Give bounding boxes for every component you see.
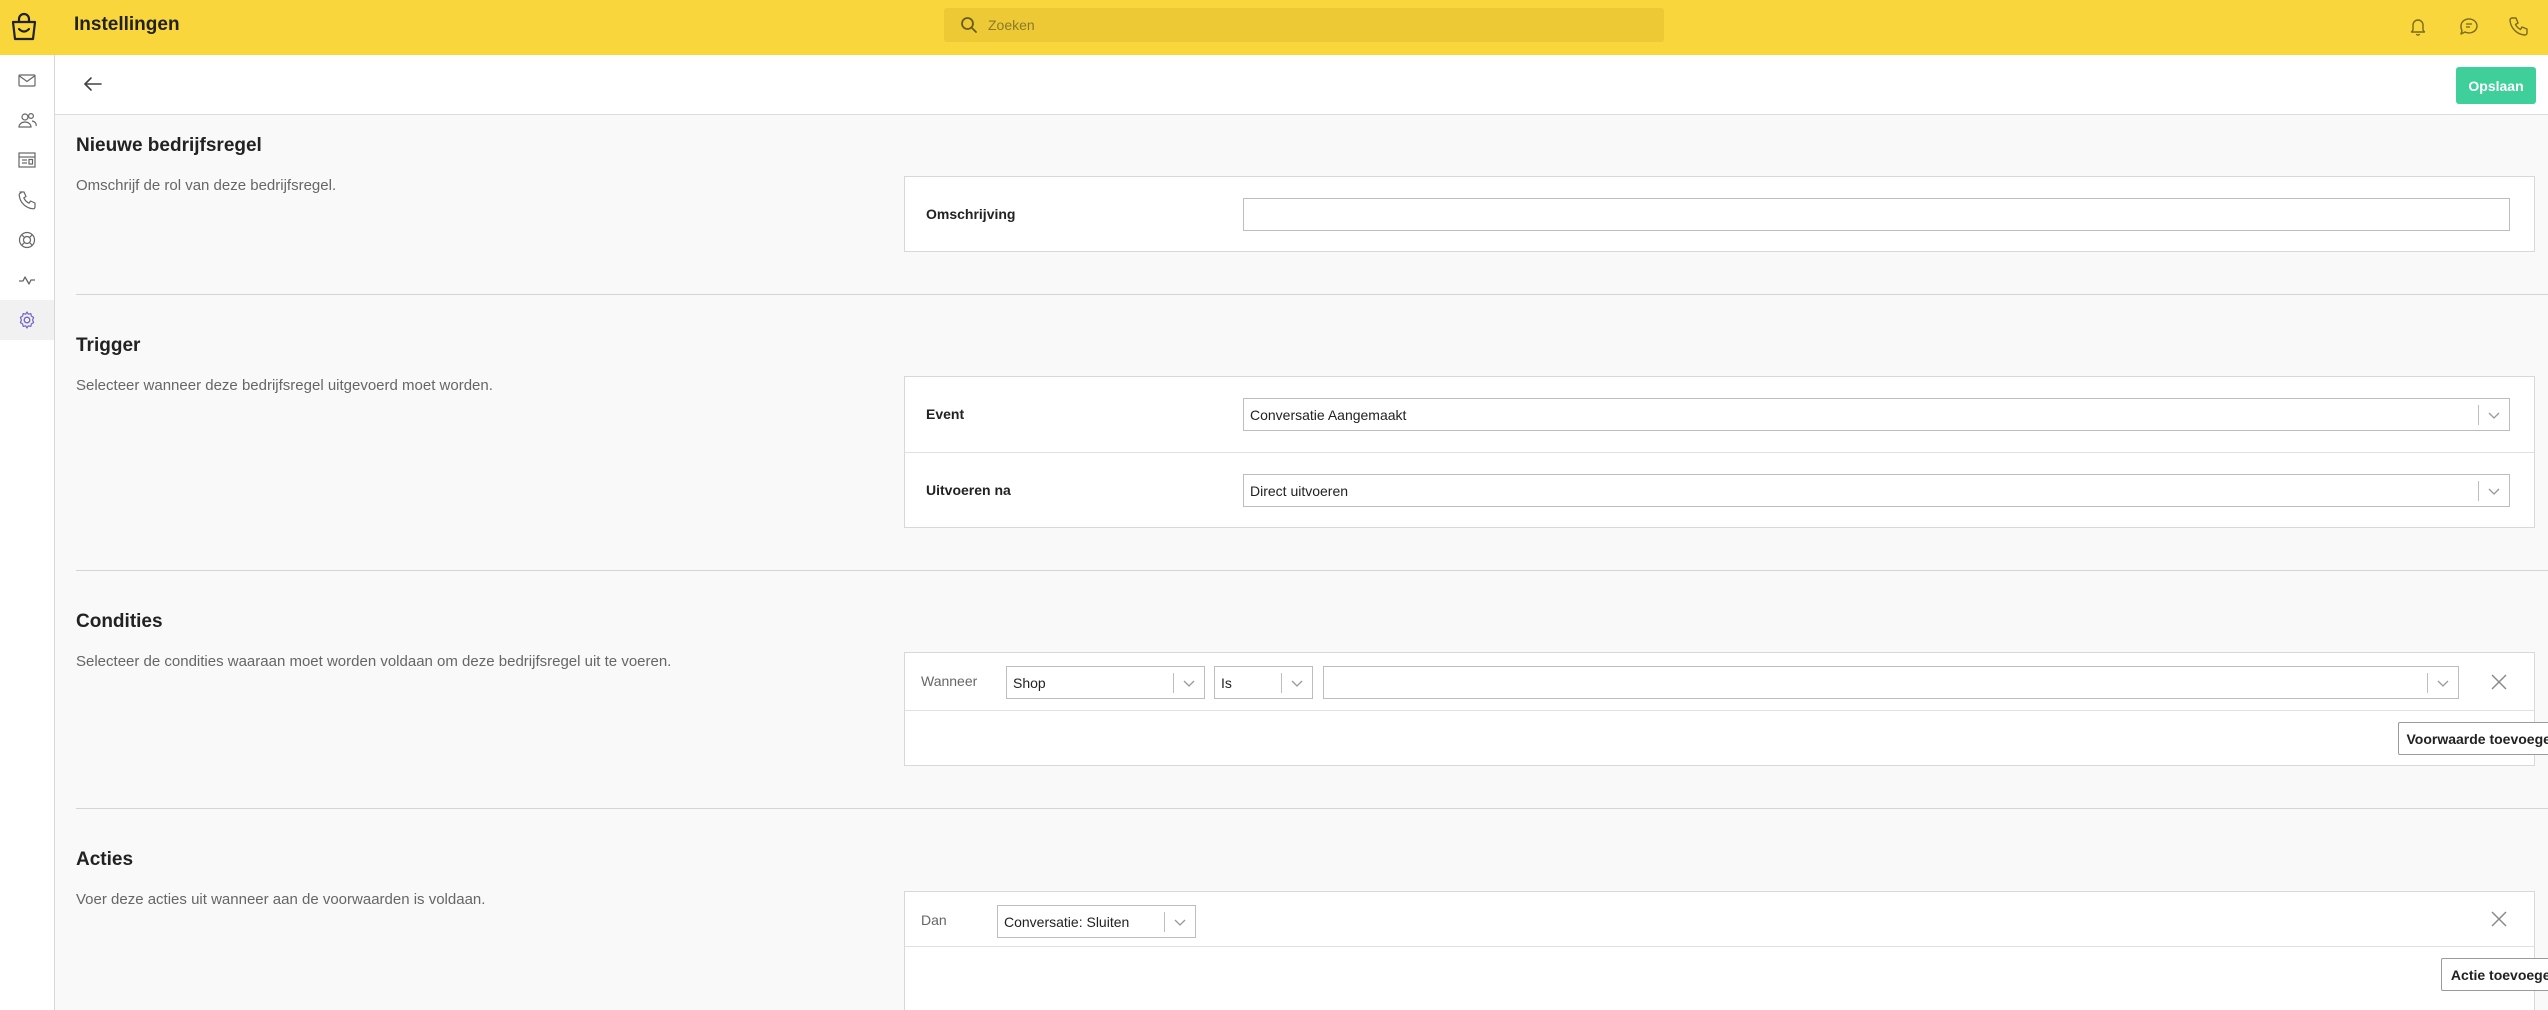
bell-icon[interactable] xyxy=(2407,15,2429,37)
action-select-value: Conversatie: Sluiten xyxy=(1004,914,1130,930)
sidebar-item-inbox[interactable] xyxy=(0,60,54,100)
chat-icon[interactable] xyxy=(2458,15,2480,37)
chevron-down-icon xyxy=(1174,919,1186,926)
chevron-down-icon xyxy=(2437,680,2449,687)
remove-action-close-icon[interactable] xyxy=(2489,909,2509,929)
page-title: Instellingen xyxy=(74,14,180,35)
chevron-down-icon xyxy=(1291,680,1303,687)
phone-icon[interactable] xyxy=(2508,15,2530,37)
description-label: Omschrijving xyxy=(926,206,1016,222)
actions-section-description: Voer deze acties uit wanneer aan de voor… xyxy=(76,891,486,908)
section-divider xyxy=(76,570,2548,571)
trigger-section-title: Trigger xyxy=(76,335,141,356)
sidebar-item-settings[interactable] xyxy=(0,300,54,340)
support-icon xyxy=(18,231,36,249)
sidebar-item-activity[interactable] xyxy=(0,260,54,300)
run-after-select[interactable]: Direct uitvoeren xyxy=(1243,474,2510,507)
search-bar[interactable] xyxy=(944,8,1664,42)
conditions-section-title: Condities xyxy=(76,611,163,632)
event-label: Event xyxy=(926,406,965,422)
main-content: Opslaan Nieuwe bedrijfsregel Omschrijf d… xyxy=(55,55,2548,1010)
report-icon xyxy=(18,152,36,168)
chevron-down-icon xyxy=(2488,412,2500,419)
phone-icon xyxy=(18,191,36,210)
sidebar-item-contacts[interactable] xyxy=(0,100,54,140)
event-select-value: Conversatie Aangemaakt xyxy=(1250,407,1407,423)
conditions-section-description: Selecteer de condities waaraan moet word… xyxy=(76,653,672,670)
back-arrow-icon[interactable] xyxy=(81,72,105,96)
run-after-label: Uitvoeren na xyxy=(926,482,1011,498)
condition-operator-value: Is xyxy=(1221,675,1232,691)
run-after-select-value: Direct uitvoeren xyxy=(1250,483,1349,499)
sidebar-item-calls[interactable] xyxy=(0,180,54,220)
trigger-card: Event Conversatie Aangemaakt Uitvoeren n… xyxy=(904,376,2535,528)
rule-card: Omschrijving xyxy=(904,176,2535,252)
chevron-down-icon xyxy=(2488,488,2500,495)
shopping-bag-logo-icon[interactable] xyxy=(8,11,40,43)
actions-section-title: Acties xyxy=(76,849,134,870)
rule-section-title: Nieuwe bedrijfsregel xyxy=(76,135,262,156)
search-icon xyxy=(961,17,977,33)
gear-icon xyxy=(19,311,35,329)
sidebar xyxy=(0,55,55,1010)
envelope-icon xyxy=(18,74,36,87)
condition-field-select[interactable]: Shop xyxy=(1006,666,1205,699)
when-label: Wanneer xyxy=(921,673,978,689)
condition-operator-select[interactable]: Is xyxy=(1214,666,1313,699)
remove-condition-close-icon[interactable] xyxy=(2489,672,2509,692)
then-label: Dan xyxy=(921,912,947,928)
description-input[interactable] xyxy=(1243,198,2510,231)
actions-card: Dan Conversatie: Sluiten Actie toevoegen xyxy=(904,891,2548,1010)
conditions-card: Wanneer Shop Is Voorwaarde toevoegen xyxy=(904,652,2548,766)
sidebar-item-integrations[interactable] xyxy=(0,220,54,260)
activity-icon xyxy=(19,276,35,285)
add-condition-button[interactable]: Voorwaarde toevoegen xyxy=(2398,722,2548,755)
rule-section-description: Omschrijf de rol van deze bedrijfsregel. xyxy=(76,177,337,194)
search-input[interactable] xyxy=(988,8,1648,42)
users-icon xyxy=(18,112,37,128)
toolbar: Opslaan xyxy=(55,55,2548,115)
sidebar-item-reports[interactable] xyxy=(0,140,54,180)
action-select[interactable]: Conversatie: Sluiten xyxy=(997,905,1196,938)
event-select[interactable]: Conversatie Aangemaakt xyxy=(1243,398,2510,431)
save-button[interactable]: Opslaan xyxy=(2456,67,2536,104)
chevron-down-icon xyxy=(1183,680,1195,687)
add-action-button[interactable]: Actie toevoegen xyxy=(2441,958,2548,991)
section-divider xyxy=(76,294,2548,295)
top-bar: Instellingen xyxy=(0,0,2548,55)
condition-value-select[interactable] xyxy=(1323,666,2459,699)
condition-field-value: Shop xyxy=(1013,675,1046,691)
trigger-section-description: Selecteer wanneer deze bedrijfsregel uit… xyxy=(76,377,493,394)
section-divider xyxy=(76,808,2548,809)
